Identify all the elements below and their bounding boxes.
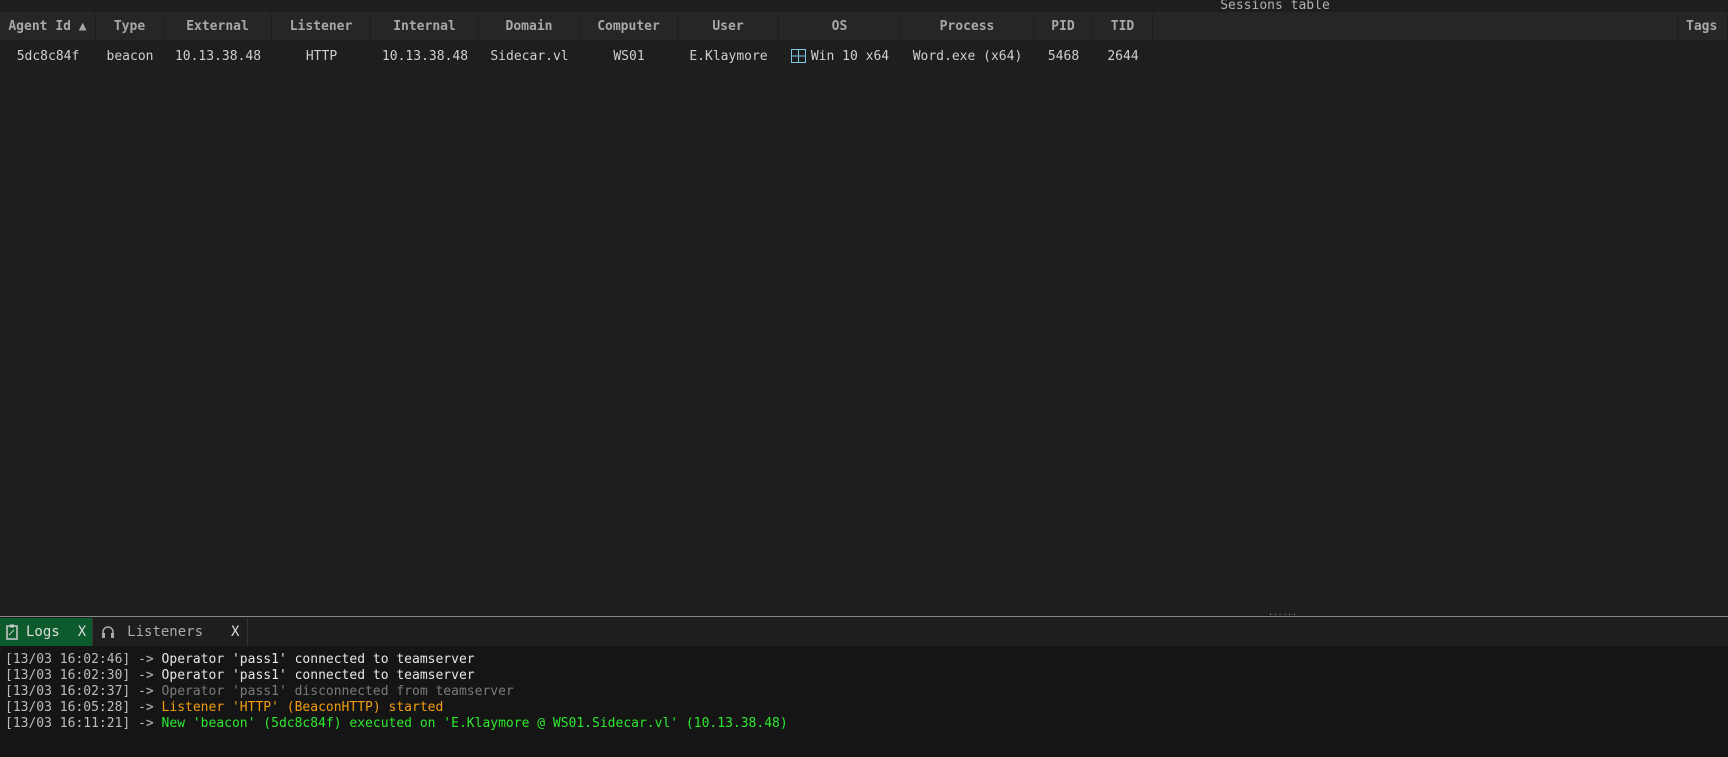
column-header[interactable]: Internal — [371, 12, 479, 40]
headphones-icon — [102, 626, 115, 638]
windows-icon — [790, 49, 806, 63]
column-header[interactable]: PID — [1034, 12, 1093, 40]
log-timestamp: [13/03 16:02:30] -> — [5, 668, 154, 683]
clipboard-icon — [6, 624, 18, 640]
table-cell: WS01 — [613, 48, 645, 64]
table-row[interactable]: 5dc8c84f beacon 10.13.38.48 HTTP 10.13.38.48… — [0, 41, 1728, 71]
tab-listeners[interactable]: Listeners X — [93, 618, 249, 646]
table-cell — [1153, 41, 1678, 71]
close-icon[interactable]: X — [231, 624, 239, 640]
log-message: Operator 'pass1' connected to teamserver — [153, 652, 475, 667]
column-header[interactable]: Process — [901, 12, 1034, 40]
column-header[interactable]: Agent Id ▲ — [0, 12, 96, 40]
log-timestamp: [13/03 16:05:28] -> — [5, 700, 154, 715]
table-cell: HTTP — [305, 48, 338, 64]
log-line: [13/03 16:11:21] -> New 'beacon' (5dc8c8… — [5, 716, 1723, 732]
log-timestamp: [13/03 16:02:37] -> — [5, 684, 154, 699]
column-header[interactable]: OS — [779, 12, 901, 40]
log-line: [13/03 16:02:37] -> Operator 'pass1' dis… — [5, 684, 1723, 700]
log-message: New 'beacon' (5dc8c84f) executed on 'E.K… — [153, 716, 788, 731]
table-cell: 5468 — [1047, 48, 1080, 64]
log-line: [13/03 16:02:46] -> Operator 'pass1' con… — [5, 652, 1723, 668]
column-header[interactable]: Tags — [1678, 12, 1728, 40]
table-header: Agent Id ▲ Type External Listener Internal Do… — [0, 12, 1728, 41]
table-cell: E.Klaymore — [689, 48, 768, 64]
os-label: Win 10 x64 — [810, 48, 890, 64]
log-line: [13/03 16:02:30] -> Operator 'pass1' con… — [5, 668, 1723, 684]
table-cell: 10.13.38.48 — [381, 48, 469, 64]
log-console: [13/03 16:02:46] -> Operator 'pass1' con… — [0, 646, 1728, 757]
log-timestamp: [13/03 16:11:21] -> — [5, 716, 154, 731]
table-cell: beacon — [106, 48, 154, 64]
column-header[interactable]: TID — [1093, 12, 1153, 40]
table-cell — [1678, 41, 1728, 71]
column-header[interactable]: Computer — [580, 12, 678, 40]
tab-label: Listeners — [127, 624, 204, 640]
sessions-table-title: Sessions table — [1220, 0, 1330, 13]
column-header[interactable]: User — [678, 12, 779, 40]
table-cell: 5dc8c84f — [16, 48, 80, 64]
tab-label: Logs — [26, 624, 60, 640]
table-cell: Word.exe (x64) — [912, 48, 1023, 64]
column-header[interactable]: External — [164, 12, 272, 40]
log-message: Operator 'pass1' connected to teamserver — [153, 668, 475, 683]
sessions-table: Agent Id ▲ Type External Listener Internal Do… — [0, 12, 1728, 71]
table-cell: 10.13.38.48 — [174, 48, 262, 64]
splitter-grip-icon[interactable]: ...... — [1268, 609, 1297, 617]
bottom-tab-bar: Logs X Listeners X — [0, 618, 1728, 646]
close-icon[interactable]: X — [78, 624, 86, 640]
log-line: [13/03 16:05:28] -> Listener 'HTTP' (Bea… — [5, 700, 1723, 716]
log-timestamp: [13/03 16:02:46] -> — [5, 652, 154, 667]
column-header[interactable]: Type — [96, 12, 164, 40]
log-message: Operator 'pass1' disconnected from teams… — [153, 684, 514, 699]
column-header[interactable]: Listener — [272, 12, 371, 40]
table-cell: Sidecar.vl — [490, 48, 569, 64]
table-cell: 2644 — [1107, 48, 1139, 64]
column-header[interactable]: Domain — [479, 12, 580, 40]
column-header[interactable] — [1153, 12, 1678, 40]
log-message: Listener 'HTTP' (BeaconHTTP) started — [153, 700, 444, 715]
tab-logs[interactable]: Logs X — [0, 618, 94, 646]
table-cell: Win 10 x64 — [779, 41, 901, 71]
panel-splitter[interactable]: ...... — [0, 609, 1728, 617]
